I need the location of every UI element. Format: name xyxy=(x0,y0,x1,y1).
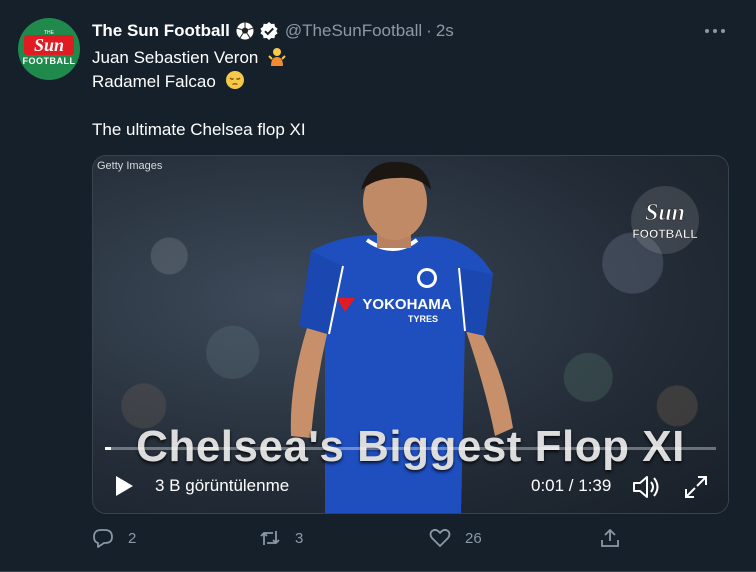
retweet-count: 3 xyxy=(295,529,304,547)
tweet-text-line-2: Radamel Falcao xyxy=(92,72,216,91)
play-icon[interactable] xyxy=(113,474,135,498)
like-icon xyxy=(429,528,451,547)
tweet-text-line-4: The ultimate Chelsea flop XI xyxy=(92,120,306,139)
soccer-ball-icon xyxy=(235,21,255,41)
shirt-sponsor-sub: TYRES xyxy=(408,314,438,324)
avatar-logo-football: FOOTBALL xyxy=(22,56,76,66)
tweet-text: Juan Sebastien Veron Radamel Falcao The … xyxy=(92,46,306,142)
view-count: 3 B görüntülenme xyxy=(155,476,290,495)
retweet-button[interactable]: 3 xyxy=(259,524,303,552)
tweet[interactable]: THE Sun FOOTBALL The Sun Football @TheSu… xyxy=(0,0,756,572)
video-player[interactable]: YOKOHAMA TYRES Getty Images Sun FOOTBALL… xyxy=(92,155,729,514)
tweet-timestamp[interactable]: 2s xyxy=(436,21,454,41)
fullscreen-icon[interactable] xyxy=(683,474,709,500)
tweet-text-line: Radamel Falcao xyxy=(92,70,306,94)
watermark-football: FOOTBALL xyxy=(632,227,697,241)
like-button[interactable]: 26 xyxy=(429,524,482,552)
tweet-header: The Sun Football @TheSunFootball · 2s xyxy=(92,20,454,42)
separator-dot: · xyxy=(426,21,432,40)
verified-badge-icon xyxy=(260,22,278,40)
video-progress-bar[interactable] xyxy=(105,447,716,450)
volume-icon[interactable] xyxy=(631,474,661,500)
more-options-icon[interactable] xyxy=(704,26,726,36)
sun-football-watermark-logo: Sun FOOTBALL xyxy=(631,186,699,254)
retweet-icon xyxy=(260,531,280,545)
image-credit: Getty Images xyxy=(97,160,163,172)
share-button[interactable] xyxy=(599,524,621,552)
video-timecode: 0:01 / 1:39 xyxy=(531,476,612,495)
tweet-text-blank-line xyxy=(92,94,306,118)
reply-icon xyxy=(93,529,113,548)
reply-button[interactable]: 2 xyxy=(92,524,136,552)
share-icon xyxy=(601,529,619,547)
shirt-sponsor: YOKOHAMA xyxy=(362,296,451,313)
person-shrugging-emoji xyxy=(268,48,286,66)
avatar[interactable]: THE Sun FOOTBALL xyxy=(18,18,80,80)
reply-count: 2 xyxy=(128,529,137,547)
display-name[interactable]: The Sun Football xyxy=(92,21,230,41)
tweet-text-line-1: Juan Sebastien Veron xyxy=(92,48,259,67)
video-controls: 3 B görüntülenme 0:01 / 1:39 xyxy=(93,466,728,506)
tweet-text-line: Juan Sebastien Veron xyxy=(92,46,306,70)
pensive-face-emoji xyxy=(225,71,244,89)
video-progress-fill xyxy=(105,447,112,450)
like-count: 26 xyxy=(465,529,482,547)
tweet-actions: 2 3 26 xyxy=(92,524,632,552)
watermark-sun: Sun xyxy=(645,200,685,226)
avatar-logo-sun: Sun xyxy=(24,35,74,55)
account-handle[interactable]: @TheSunFootball xyxy=(285,21,422,41)
